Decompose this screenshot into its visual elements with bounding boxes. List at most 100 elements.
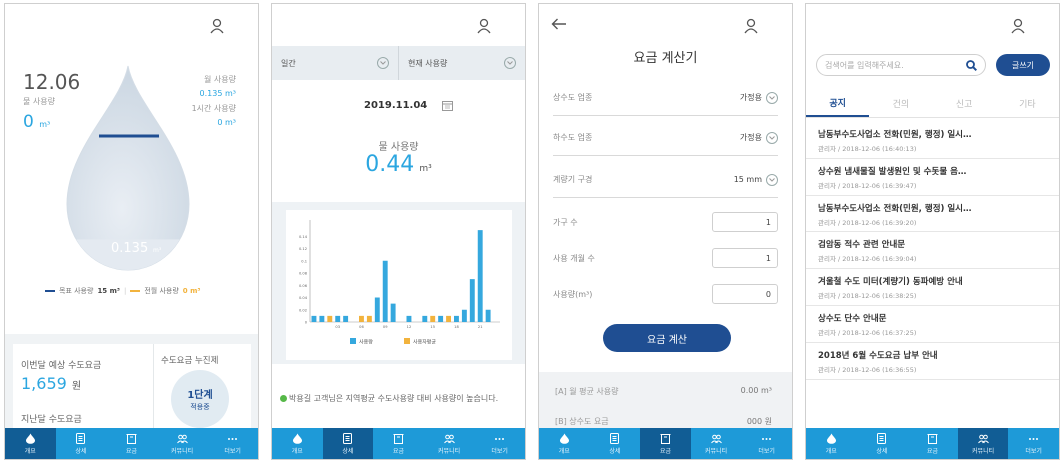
document-icon (76, 432, 86, 444)
screen-calculator: 요금 계산기 상수도 업종 가정용 하수도 업종 가정용 계량기 구경 15 m… (538, 3, 793, 460)
more-icon (495, 437, 505, 440)
list-item[interactable]: 검암동 적수 관련 안내문 관리자 / 2018-12-06 (16:39:04) (806, 232, 1059, 270)
tab-more[interactable]: 더보기 (741, 428, 792, 459)
meter-size-row[interactable]: 계량기 구경 15 mm (553, 162, 778, 198)
tab-etc[interactable]: 기타 (996, 90, 1059, 117)
calendar-icon[interactable] (442, 100, 453, 111)
hourly-usage-chart: 0 0.02 0.04 0.06 0.08 0.1 0.12 0.14 03 06 09 12 15 18… (299, 220, 500, 346)
user-icon[interactable] (1011, 18, 1025, 34)
tab-label: 상세 (75, 447, 87, 455)
tab-report[interactable]: 신고 (933, 90, 996, 117)
drop-value: 0.135 (111, 241, 148, 256)
tab-community[interactable]: 커뮤니티 (424, 428, 475, 459)
tab-bill[interactable]: 요금 (640, 428, 691, 459)
tab-label: 요금 (926, 447, 938, 455)
bar-사용량-14 (422, 315, 428, 322)
tab-more[interactable]: 더보기 (474, 428, 525, 459)
tab-label: 커뮤니티 (705, 447, 728, 455)
list-item[interactable]: 2018년 6월 수도요금 납부 안내 관리자 / 2018-12-06 (16:… (806, 343, 1059, 380)
tab-suggestion[interactable]: 건의 (869, 90, 932, 117)
tab-water-drop[interactable]: 개요 (539, 428, 590, 459)
tab-water-drop[interactable]: 개요 (272, 428, 323, 459)
tab-label: 커뮤니티 (972, 447, 995, 455)
period-select[interactable]: 일간 (272, 46, 398, 80)
bar-사용량-04 (343, 315, 349, 322)
list-item[interactable]: 상수도 단수 안내문 관리자 / 2018-12-06 (16:37:25) (806, 306, 1059, 343)
monthly-label: 월 사용량 (204, 75, 236, 84)
user-icon[interactable] (477, 18, 491, 34)
post-title: 남동부수도사업소 전화(민원, 행정) 일시… (818, 130, 972, 140)
search-placeholder[interactable]: 검색어를 입력해주세요. (825, 60, 904, 71)
tab-bill[interactable]: 요금 (373, 428, 424, 459)
y-tick-label: 0.1 (301, 259, 307, 263)
result-b-label: [B] 상수도 요금 (555, 417, 609, 426)
detail-usage-value: 0.44 m³ (365, 152, 432, 177)
tab-more[interactable]: 더보기 (1008, 428, 1059, 459)
bar-사용량-22 (485, 309, 491, 322)
months-count-input[interactable] (712, 248, 778, 268)
search-bar[interactable]: 검색어를 입력해주세요. (816, 54, 986, 76)
mode-select[interactable]: 현재 사용량 (398, 46, 525, 80)
usage-value: 0 m³ (23, 112, 51, 132)
screen-overview: 12.06 물 사용량 0 m³ 월 사용량 0.135 m³ 1시간 사용량 … (4, 3, 259, 460)
tab-community[interactable]: 커뮤니티 (157, 428, 208, 459)
tab-bill[interactable]: 요금 (907, 428, 958, 459)
post-meta: 관리자 / 2018-12-06 (16:36:55) (818, 365, 917, 374)
post-title: 검암동 적수 관련 안내문 (818, 240, 906, 251)
list-item[interactable]: 상수원 냄새물질 발생원인 및 수돗물 음… 관리자 / 2018-12-06 (… (806, 159, 1059, 196)
household-count-input[interactable] (712, 212, 778, 232)
y-tick-label: 0 (305, 321, 308, 325)
tab-water-drop[interactable]: 개요 (806, 428, 857, 459)
gauge-legend: 목표 사용량 15 m³ | 전월 사용량 0 m³ (45, 286, 200, 296)
list-item[interactable]: 남동부수도사업소 전화(민원, 행정) 일시… 관리자 / 2018-12-06 … (806, 196, 1059, 233)
tab-document[interactable]: 상세 (857, 428, 908, 459)
tab-label: 더보기 (491, 447, 508, 455)
bar-사용량-00 (311, 315, 317, 322)
community-icon (443, 434, 455, 443)
write-button[interactable]: 글쓰기 (996, 54, 1050, 76)
tab-document[interactable]: 상세 (590, 428, 641, 459)
filter-bar: 일간 현재 사용량 (272, 46, 525, 80)
chart-card: 0 0.02 0.04 0.06 0.08 0.1 0.12 0.14 03 06 09 12 15 18… (286, 210, 512, 360)
legend-prev-value: 0 m³ (182, 287, 201, 295)
tab-bill[interactable]: 요금 (106, 428, 157, 459)
bar-사용자평균-02 (327, 315, 333, 322)
tab-label: 더보기 (224, 447, 241, 455)
post-title: 겨울철 수도 미터(계량기) 동파예방 안내 (818, 277, 963, 288)
water-drop-gauge: 0.135 m³ (66, 65, 190, 271)
tab-water-drop[interactable]: 개요 (5, 428, 56, 459)
x-tick-label: 21 (478, 325, 483, 329)
progressive-stage: 1단계 (187, 390, 213, 401)
sewer-business-type-row[interactable]: 하수도 업종 가정용 (553, 120, 778, 156)
usage-notice: 박용길 고객님은 지역평균 수도사용량 대비 사용량이 높습니다. (280, 392, 520, 405)
back-arrow-icon[interactable] (551, 18, 567, 30)
bar-사용량-20 (469, 279, 475, 322)
post-title: 상수원 냄새물질 발생원인 및 수돗물 음… (818, 166, 967, 177)
tab-community[interactable]: 커뮤니티 (957, 428, 1009, 459)
water-business-type-row[interactable]: 상수도 업종 가정용 (553, 80, 778, 116)
search-icon[interactable] (966, 59, 977, 71)
user-icon[interactable] (744, 18, 758, 34)
tab-notice[interactable]: 공지 (806, 90, 870, 117)
hourly-label: 1시간 사용량 (191, 104, 236, 113)
x-tick-label: 15 (430, 325, 435, 329)
tab-community[interactable]: 커뮤니티 (691, 428, 742, 459)
list-item[interactable]: 겨울철 수도 미터(계량기) 동파예방 안내 관리자 / 2018-12-06 (… (806, 269, 1059, 306)
list-item[interactable]: 남동부수도사업소 전화(민원, 행정) 일시… 관리자 / 2018-12-06 … (806, 122, 1059, 159)
row-select[interactable]: 가정용 (740, 131, 778, 144)
document-icon (877, 432, 887, 444)
tab-document[interactable]: 상세 (56, 428, 107, 459)
tab-more[interactable]: 더보기 (207, 428, 258, 459)
calculate-button[interactable]: 요금 계산 (603, 324, 731, 352)
row-select[interactable]: 가정용 (740, 91, 778, 104)
bill-icon (126, 433, 137, 444)
bar-사용자평균-17 (446, 315, 451, 322)
water-drop-icon (826, 433, 836, 444)
chevron-down-icon (766, 131, 778, 144)
tab-label: 요금 (392, 447, 404, 455)
tab-document[interactable]: 상세 (322, 428, 374, 459)
row-label: 가구 수 (553, 217, 578, 227)
user-icon[interactable] (210, 18, 224, 34)
usage-amount-input[interactable] (712, 284, 778, 304)
row-select[interactable]: 15 mm (734, 173, 778, 186)
